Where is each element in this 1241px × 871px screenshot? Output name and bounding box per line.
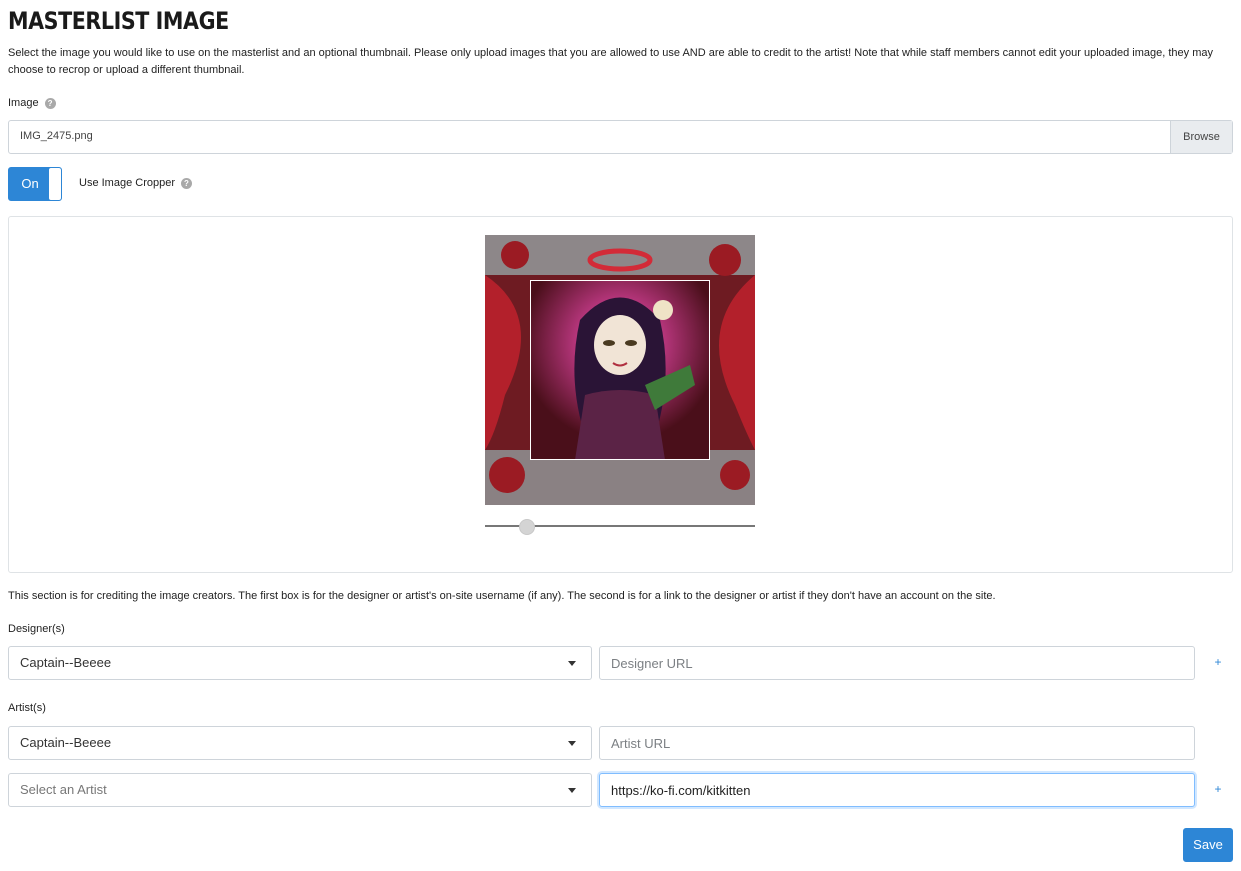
zoom-slider-handle[interactable] bbox=[519, 519, 535, 535]
add-artist-button[interactable]: + bbox=[1212, 782, 1224, 796]
toggle-knob bbox=[49, 168, 61, 200]
designer-url-input[interactable] bbox=[599, 646, 1195, 680]
artist-url-input[interactable] bbox=[599, 726, 1195, 760]
cropper-toggle[interactable]: On bbox=[8, 167, 62, 201]
save-button[interactable]: Save bbox=[1183, 828, 1233, 862]
artist-select-placeholder: Select an Artist bbox=[20, 782, 107, 797]
toggle-on-label: On bbox=[21, 176, 39, 191]
add-designer-button[interactable]: + bbox=[1212, 655, 1224, 669]
cropper-label: Use Image Cropper bbox=[79, 177, 175, 189]
artist-select-value: Captain--Beeee bbox=[20, 735, 112, 750]
artists-label: Artist(s) bbox=[8, 702, 46, 714]
artist-url-input[interactable] bbox=[599, 773, 1195, 807]
crop-selection-box[interactable] bbox=[530, 280, 710, 460]
artist-select[interactable]: Select an Artist bbox=[8, 773, 592, 807]
chevron-down-icon bbox=[568, 741, 576, 746]
designer-select-value: Captain--Beeee bbox=[20, 655, 112, 670]
image-label-row: Image? bbox=[8, 97, 56, 109]
artist-select[interactable]: Captain--Beeee bbox=[8, 726, 592, 760]
intro-text: Select the image you would like to use o… bbox=[8, 47, 1213, 76]
help-icon[interactable]: ? bbox=[44, 97, 56, 109]
chevron-down-icon bbox=[568, 661, 576, 666]
help-icon[interactable]: ? bbox=[181, 177, 192, 189]
file-name: IMG_2475.png bbox=[20, 130, 93, 142]
browse-button[interactable]: Browse bbox=[1170, 121, 1232, 153]
cropper-label-row: Use Image Cropper? bbox=[79, 177, 192, 189]
credits-note: This section is for crediting the image … bbox=[8, 590, 996, 602]
chevron-down-icon bbox=[568, 788, 576, 793]
page-title: MASTERLIST IMAGE bbox=[8, 7, 229, 35]
designers-label: Designer(s) bbox=[8, 623, 65, 635]
image-file-input[interactable]: IMG_2475.png Browse bbox=[8, 120, 1233, 154]
designer-select[interactable]: Captain--Beeee bbox=[8, 646, 592, 680]
image-label: Image bbox=[8, 97, 39, 109]
